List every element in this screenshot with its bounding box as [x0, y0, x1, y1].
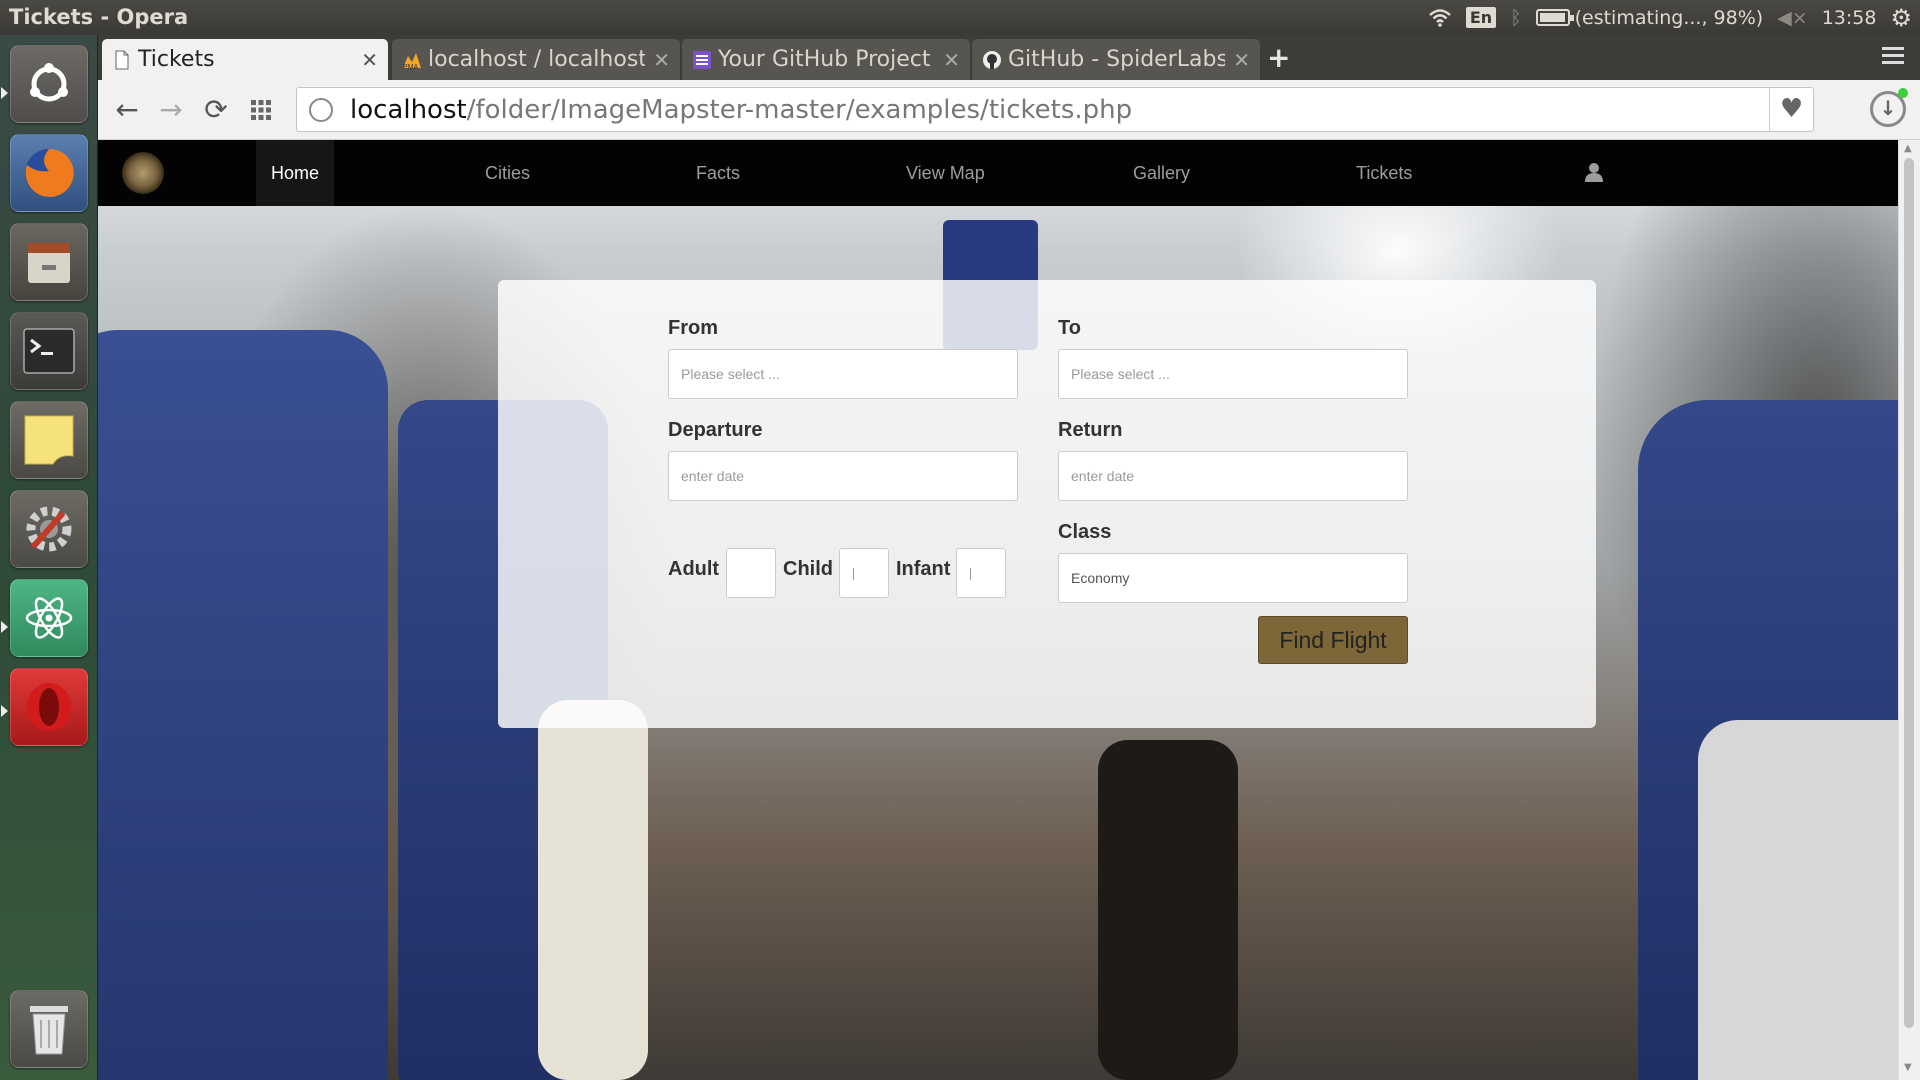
phpmyadmin-icon: PMA — [403, 52, 421, 70]
from-select[interactable]: Please select ... — [668, 349, 1018, 399]
page-icon — [115, 50, 129, 69]
system-tray: En ᛒ (estimating..., 98%) ◀× 13:58 ⚙ — [1428, 0, 1912, 35]
nav-home[interactable]: Home — [256, 140, 335, 206]
site-info-icon[interactable] — [309, 98, 333, 122]
url-path: /folder/ImageMapster-master/examples/tic… — [466, 95, 1133, 125]
to-label: To — [1058, 317, 1081, 339]
keyboard-layout-indicator[interactable]: En — [1465, 7, 1497, 28]
adult-count-input[interactable] — [726, 548, 776, 598]
adult-label: Adult — [668, 558, 720, 580]
close-icon[interactable]: ✕ — [1233, 48, 1250, 72]
tab-label: Tickets — [138, 47, 215, 72]
app-launcher — [0, 35, 98, 1080]
clock[interactable]: 13:58 — [1822, 7, 1877, 29]
notes-icon[interactable] — [10, 401, 88, 479]
scroll-down-icon[interactable]: ▼ — [1904, 1062, 1912, 1073]
site-logo[interactable] — [122, 152, 164, 194]
class-select[interactable]: Economy — [1058, 553, 1408, 603]
close-icon[interactable]: ✕ — [653, 48, 670, 72]
child-label: Child — [783, 558, 833, 580]
url-text[interactable]: localhost/folder/ImageMapster-master/exa… — [350, 95, 1132, 125]
infant-count-input[interactable] — [956, 548, 1006, 598]
class-label: Class — [1058, 521, 1112, 543]
infant-label: Infant — [896, 558, 951, 580]
tab-label: GitHub - SpiderLabs/ — [1008, 47, 1226, 72]
address-bar[interactable]: localhost/folder/ImageMapster-master/exa… — [296, 87, 1814, 132]
scroll-up-icon[interactable]: ▲ — [1904, 143, 1912, 154]
page-scrollbar[interactable]: ▲ ▼ — [1898, 140, 1920, 1080]
close-icon[interactable]: ✕ — [361, 48, 378, 72]
child-count-input[interactable] — [839, 548, 889, 598]
background-seat — [1698, 720, 1898, 1080]
battery-level-fill — [1539, 13, 1565, 22]
new-tab-button[interactable]: + — [1267, 41, 1290, 74]
site-navbar: Home Cities Facts View Map Gallery Ticke… — [98, 140, 1898, 206]
background-seat — [538, 700, 648, 1080]
battery-status: (estimating..., 98%) — [1574, 6, 1764, 29]
flight-search-card: From Please select ... To Please select … — [498, 280, 1596, 728]
settings-gear-icon[interactable]: ⚙ — [1890, 4, 1912, 32]
tab-tickets[interactable]: Tickets ✕ — [102, 39, 388, 80]
github-icon — [983, 50, 1001, 69]
svg-text:PMA: PMA — [403, 64, 419, 70]
speed-dial-icon[interactable] — [244, 93, 278, 127]
from-label: From — [668, 317, 718, 339]
return-date-input[interactable]: enter date — [1058, 451, 1408, 501]
bluetooth-icon[interactable]: ᛒ — [1510, 7, 1521, 29]
background-seat — [1098, 740, 1238, 1080]
find-flight-button[interactable]: Find Flight — [1258, 616, 1408, 664]
battery-icon — [1535, 9, 1574, 26]
departure-date-input[interactable]: enter date — [668, 451, 1018, 501]
nav-gallery[interactable]: Gallery — [1118, 140, 1205, 206]
tab-label: localhost / localhost / — [428, 47, 646, 72]
departure-label: Departure — [668, 419, 763, 441]
bookmark-heart-icon[interactable]: ♥ — [1769, 88, 1813, 131]
system-settings-icon[interactable] — [10, 490, 88, 568]
url-host: localhost — [350, 95, 467, 125]
browser-toolbar: ← → ⟳ localhost/folder/ImageMapster-mast… — [98, 80, 1920, 140]
scrollbar-thumb[interactable] — [1904, 158, 1914, 1028]
tab-label: Your GitHub Project — [718, 47, 931, 72]
forward-icon[interactable]: → — [154, 93, 188, 127]
top-panel: Tickets - Opera En ᛒ (estimating..., 98%… — [0, 0, 1920, 35]
battery-indicator[interactable]: (estimating..., 98%) — [1535, 6, 1764, 29]
wifi-icon[interactable] — [1428, 8, 1452, 28]
download-status-dot — [1898, 88, 1908, 98]
tab-bar: Tickets ✕ PMA localhost / localhost / ✕ … — [98, 35, 1920, 80]
atom-icon[interactable] — [10, 579, 88, 657]
volume-muted-icon[interactable]: ◀× — [1777, 7, 1808, 29]
user-icon[interactable] — [1584, 162, 1604, 182]
terminal-icon[interactable] — [10, 312, 88, 390]
files-icon[interactable] — [10, 223, 88, 301]
project-icon — [693, 50, 711, 69]
reload-icon[interactable]: ⟳ — [199, 93, 233, 127]
back-icon[interactable]: ← — [110, 93, 144, 127]
trash-icon[interactable] — [10, 990, 88, 1068]
to-select[interactable]: Please select ... — [1058, 349, 1408, 399]
browser-window: Tickets ✕ PMA localhost / localhost / ✕ … — [98, 35, 1920, 1080]
nav-cities[interactable]: Cities — [470, 140, 545, 206]
tab-github-spiderlabs[interactable]: GitHub - SpiderLabs/ ✕ — [972, 39, 1260, 80]
nav-tickets[interactable]: Tickets — [1341, 140, 1427, 206]
firefox-icon[interactable] — [10, 134, 88, 212]
page-viewport: Home Cities Facts View Map Gallery Ticke… — [98, 140, 1898, 1080]
window-title: Tickets - Opera — [9, 5, 189, 29]
background-seat — [98, 330, 388, 1080]
return-label: Return — [1058, 419, 1123, 441]
close-icon[interactable]: ✕ — [943, 48, 960, 72]
nav-facts[interactable]: Facts — [681, 140, 755, 206]
nav-view-map[interactable]: View Map — [891, 140, 1000, 206]
tab-menu-icon[interactable] — [1882, 47, 1904, 68]
tab-phpmyadmin[interactable]: PMA localhost / localhost / ✕ — [392, 39, 680, 80]
tab-github-project[interactable]: Your GitHub Project ✕ — [682, 39, 970, 80]
ubuntu-dash-icon[interactable] — [10, 45, 88, 123]
opera-icon[interactable] — [10, 668, 88, 746]
